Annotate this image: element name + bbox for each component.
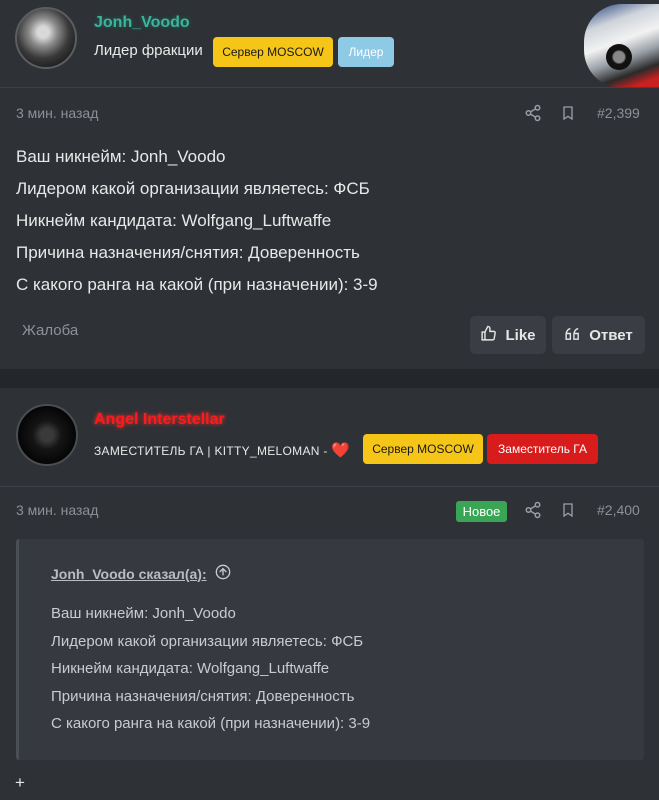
post1-number[interactable]: #2,399 <box>597 105 640 121</box>
report-link[interactable]: Жалоба <box>22 322 78 339</box>
quote-content: Ваш никнейм: Jonh_Voodo Лидером какой ор… <box>51 603 370 741</box>
user-avatar[interactable] <box>15 7 77 69</box>
arrow-up-circle-icon[interactable] <box>215 564 231 583</box>
post-separator <box>0 369 659 388</box>
leader-badge: Лидер <box>338 37 394 67</box>
post1-content: Ваш никнейм: Jonh_Voodo Лидером какой ор… <box>16 145 378 305</box>
quote-author-text: Jonh_Voodo сказал(а): <box>51 565 207 582</box>
quote-line: С какого ранга на какой (при назначении)… <box>51 715 371 732</box>
reply-button[interactable]: Ответ <box>552 316 645 354</box>
deputy-badge: Заместитель ГА <box>487 434 598 464</box>
post1-line: Причина назначения/снятия: Доверенность <box>16 243 360 262</box>
quote-author-link[interactable]: Jonh_Voodo сказал(а): <box>51 564 231 583</box>
reply-label: Ответ <box>589 326 633 344</box>
server-badge: Сервер MOSCOW <box>363 434 483 464</box>
server-badge: Сервер MOSCOW <box>213 37 333 67</box>
post2-timestamp[interactable]: 3 мин. назад <box>16 502 98 518</box>
like-button[interactable]: Like <box>470 316 546 354</box>
post1-username[interactable]: Jonh_Voodo <box>94 14 190 32</box>
plus-icon[interactable]: + <box>15 773 25 793</box>
post1-user-title: Лидер фракции <box>94 42 203 59</box>
thumbs-up-icon <box>480 325 497 346</box>
like-label: Like <box>505 326 536 344</box>
post2-username[interactable]: Angel Interstellar <box>94 411 225 429</box>
quote-icon <box>564 326 581 345</box>
user-avatar[interactable] <box>16 404 78 466</box>
quote-line: Ваш никнейм: Jonh_Voodo <box>51 605 236 622</box>
new-badge: Новое <box>456 501 507 522</box>
user-banner-image <box>584 4 659 88</box>
heart-icon: ❤️ <box>331 442 351 459</box>
share-icon[interactable] <box>524 501 542 524</box>
post1-line: С какого ранга на какой (при назначении)… <box>16 275 378 294</box>
post1-line: Ваш никнейм: Jonh_Voodo <box>16 147 226 166</box>
quote-line: Лидером какой организации являетесь: ФСБ <box>51 632 364 650</box>
post2-number[interactable]: #2,400 <box>597 502 640 518</box>
share-icon[interactable] <box>524 104 542 127</box>
post2-title-text: ЗАМЕСТИТЕЛЬ ГА | KITTY_MELOMAN - <box>94 444 328 458</box>
quote-line: Причина назначения/снятия: Доверенность <box>51 687 355 705</box>
bookmark-icon[interactable] <box>560 104 576 127</box>
post1-timestamp[interactable]: 3 мин. назад <box>16 105 98 121</box>
bookmark-icon[interactable] <box>560 501 576 524</box>
post1-line: Никнейм кандидата: Wolfgang_Luftwaffe <box>16 211 332 230</box>
post1-line: Лидером какой организации являетесь: ФСБ <box>16 179 370 198</box>
quote-block: Jonh_Voodo сказал(а): Ваш никнейм: Jonh_… <box>16 539 644 760</box>
car-wheel <box>606 44 632 70</box>
post2-user-title: ЗАМЕСТИТЕЛЬ ГА | KITTY_MELOMAN - ❤️ <box>94 441 350 459</box>
quote-line: Никнейм кандидата: Wolfgang_Luftwaffe <box>51 660 330 677</box>
